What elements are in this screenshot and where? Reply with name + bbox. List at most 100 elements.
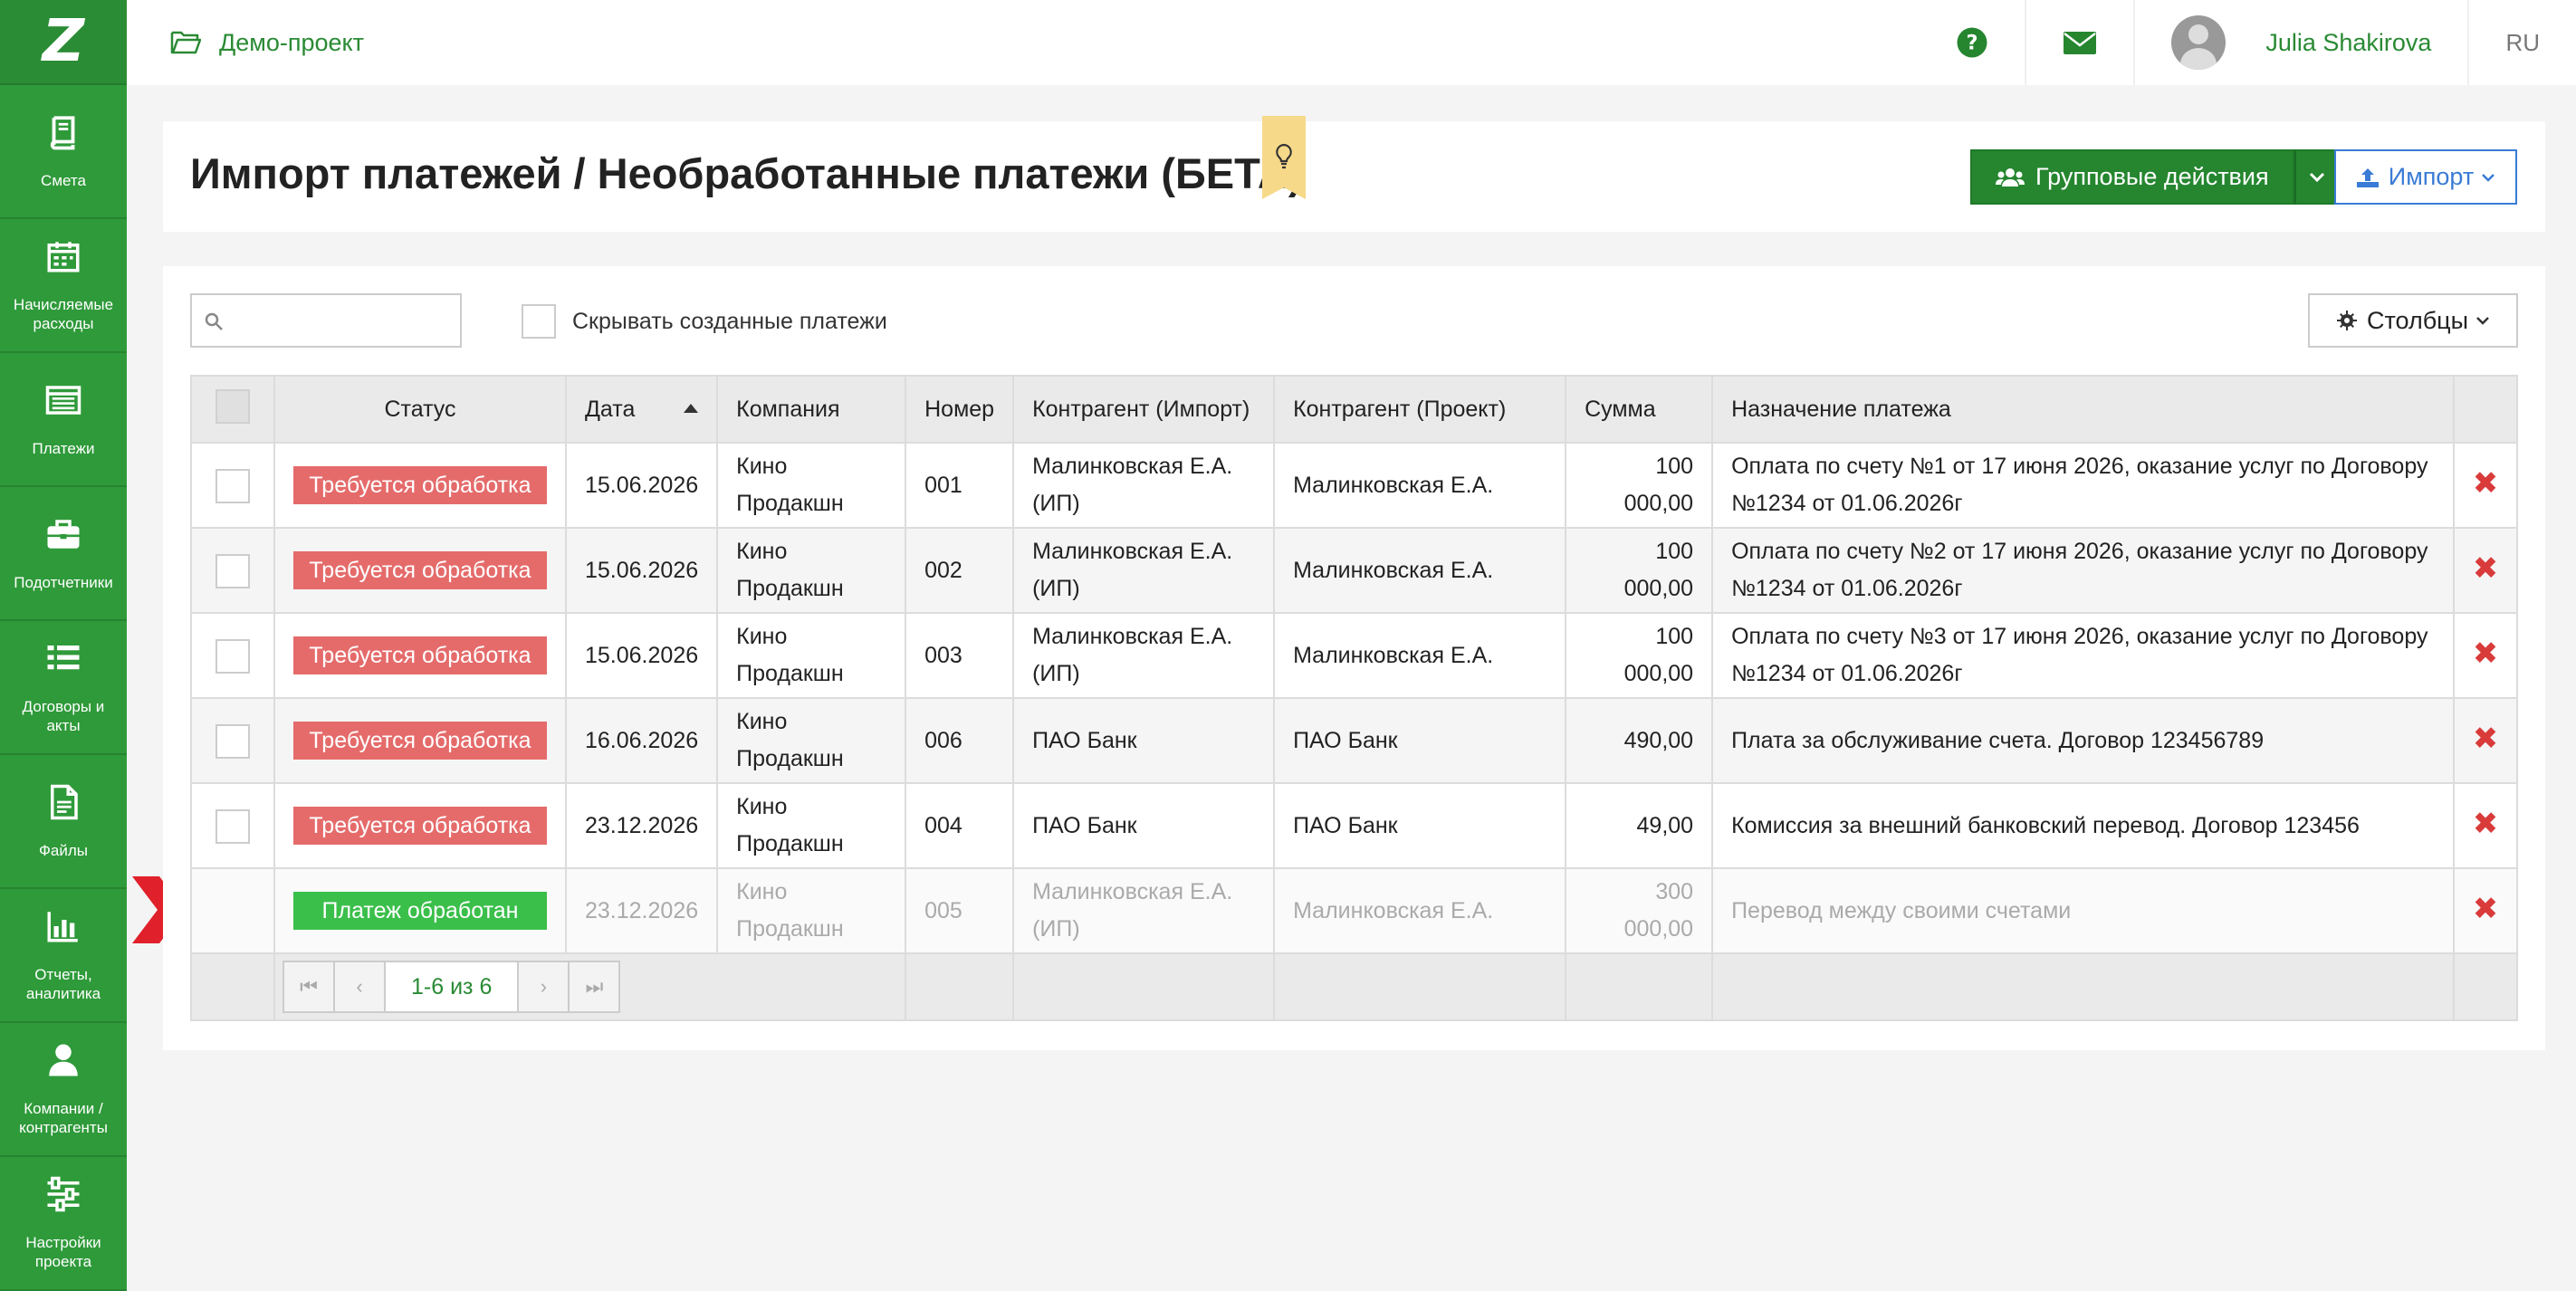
status-cell: Требуется обработка [273,442,567,529]
page-info: 1-6 из 6 [384,961,520,1013]
delete-icon[interactable]: ✖ [2473,465,2499,502]
company-cell: Кино Продакшн [716,442,907,529]
help-button[interactable]: ? [1920,0,2025,85]
status-badge[interactable]: Платеж обработан [293,892,547,930]
app-logo[interactable]: Z [0,0,127,85]
users-icon [1996,167,2025,186]
delete-cell: ✖ [2453,612,2518,699]
columns-button[interactable]: Столбцы [2308,293,2518,348]
amount-cell: 490,00 [1565,697,1714,784]
amount-cell: 300 000,00 [1565,867,1714,954]
company-cell: Кино Продакшн [716,782,907,869]
number-cell: 006 [905,697,1015,784]
project-link[interactable]: Демо-проект [170,29,364,57]
column-header-counterparty-import[interactable]: Контрагент (Импорт) [1012,375,1276,444]
folder-open-icon [170,31,201,54]
amount-cell: 100 000,00 [1565,442,1714,529]
next-page-button[interactable]: › [517,961,570,1013]
table-row[interactable]: Требуется обработка 16.06.2026 Кино Прод… [190,697,2518,784]
first-page-button[interactable]: ⏮ [282,961,335,1013]
amount-cell: 100 000,00 [1565,612,1714,699]
delete-icon[interactable]: ✖ [2473,721,2499,757]
prev-page-button[interactable]: ‹ [333,961,386,1013]
search-input[interactable] [190,293,462,348]
user-menu[interactable]: Julia Shakirova [2133,0,2467,85]
counterparty-import-cell: Малинковская Е.А. (ИП) [1012,442,1276,529]
select-all-checkbox[interactable] [215,388,250,424]
column-header-date[interactable]: Дата [564,375,719,444]
table-row[interactable]: Требуется обработка 15.06.2026 Кино Прод… [190,612,2518,699]
sidebar-item-contracts[interactable]: Договоры и акты [0,621,127,755]
tip-bookmark[interactable] [1262,116,1306,199]
sidebar-item-project-settings[interactable]: Настройки проекта [0,1157,127,1291]
sidebar-item-label: Подотчетники [14,573,113,591]
row-select-cell [190,782,275,869]
sidebar-item-files[interactable]: Файлы [0,755,127,889]
date-cell: 23.12.2026 [564,782,719,869]
sidebar-item-payments[interactable]: Платежи [0,353,127,487]
status-badge[interactable]: Требуется обработка [293,551,547,589]
row-checkbox[interactable] [215,723,250,759]
row-checkbox[interactable] [215,638,250,674]
group-actions-button[interactable]: Групповые действия [1970,149,2294,205]
book-icon [50,115,75,149]
number-cell: 001 [905,442,1015,529]
import-button[interactable]: Импорт [2334,149,2517,205]
table-row[interactable]: Требуется обработка 15.06.2026 Кино Прод… [190,527,2518,614]
delete-cell: ✖ [2453,867,2518,954]
date-cell: 15.06.2026 [564,527,719,614]
sidebar-item-label: Компании / контрагенты [19,1100,108,1136]
help-icon: ? [1957,27,1987,58]
counterparty-project-cell: ПАО Банк [1273,782,1567,869]
sidebar-item-accountables[interactable]: Подотчетники [0,487,127,621]
messages-button[interactable] [2025,0,2133,85]
number-cell: 005 [905,867,1015,954]
delete-icon[interactable]: ✖ [2473,891,2499,927]
table-row[interactable]: Требуется обработка 15.06.2026 Кино Прод… [190,442,2518,529]
pagination: ⏮ ‹ 1-6 из 6 › ⏭ [282,961,905,1013]
column-header-amount[interactable]: Сумма [1565,375,1714,444]
last-page-button[interactable]: ⏭ [568,961,621,1013]
delete-cell: ✖ [2453,442,2518,529]
row-checkbox[interactable] [215,553,250,588]
sidebar-item-accrued-expenses[interactable]: Начисляемые расходы [0,219,127,353]
column-header-status[interactable]: Статус [273,375,567,444]
column-header-number[interactable]: Номер [905,375,1015,444]
language-label: RU [2505,28,2540,56]
purpose-cell: Оплата по счету №3 от 17 июня 2026, оказ… [1711,612,2455,699]
group-actions-label: Групповые действия [2035,163,2269,190]
counterparty-import-cell: ПАО Банк [1012,697,1276,784]
date-cell: 23.12.2026 [564,867,719,954]
row-checkbox[interactable] [215,808,250,844]
footer-spacer [1565,952,1714,1021]
delete-icon[interactable]: ✖ [2473,636,2499,672]
sidebar-item-label: Файлы [38,841,88,859]
hide-created-checkbox[interactable] [522,304,556,339]
sidebar-item-companies[interactable]: Компании / контрагенты [0,1023,127,1157]
column-header-counterparty-project[interactable]: Контрагент (Проект) [1273,375,1567,444]
column-header-purpose[interactable]: Назначение платежа [1711,375,2455,444]
status-badge[interactable]: Требуется обработка [293,722,547,760]
sidebar-item-estimate[interactable]: Смета [0,85,127,219]
status-cell: Требуется обработка [273,697,567,784]
company-cell: Кино Продакшн [716,612,907,699]
status-badge[interactable]: Требуется обработка [293,636,547,674]
status-cell: Требуется обработка [273,527,567,614]
counterparty-project-cell: Малинковская Е.А. [1273,442,1567,529]
calendar-icon [47,242,80,273]
table-row[interactable]: Платеж обработан 23.12.2026 Кино Продакш… [190,867,2518,954]
status-badge[interactable]: Требуется обработка [293,466,547,504]
sidebar-item-reports[interactable]: Отчеты, аналитика [0,889,127,1023]
upload-icon [2356,167,2379,187]
date-header-label: Дата [585,396,636,422]
delete-icon[interactable]: ✖ [2473,550,2499,587]
hide-created-toggle[interactable]: Скрывать созданные платежи [522,304,887,339]
delete-icon[interactable]: ✖ [2473,806,2499,842]
row-checkbox[interactable] [215,468,250,503]
group-actions-caret[interactable] [2294,149,2340,205]
table-row[interactable]: Требуется обработка 23.12.2026 Кино Прод… [190,782,2518,869]
language-switch[interactable]: RU [2467,0,2576,85]
status-badge[interactable]: Требуется обработка [293,807,547,845]
column-header-company[interactable]: Компания [716,375,907,444]
sidebar-item-label: Платежи [32,439,95,457]
